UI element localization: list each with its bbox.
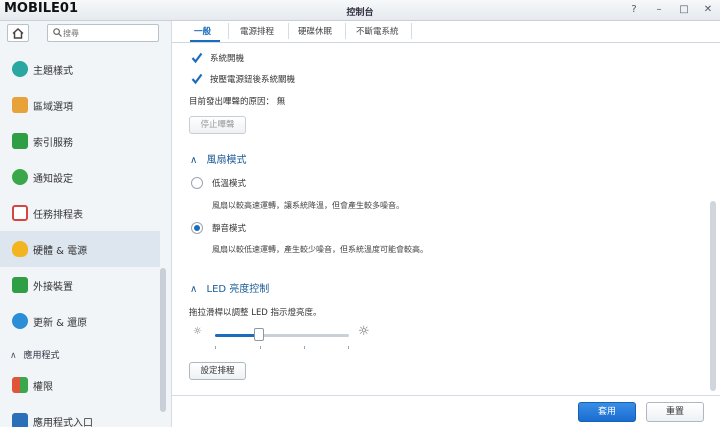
quiet-mode-description: 風扇以較低速運轉，產生較少噪音，但系統溫度可能會較高。 xyxy=(212,245,428,254)
app-portal-icon xyxy=(12,413,28,427)
window-titlebar: MOBILE01 控制台 ? – □ ✕ xyxy=(0,0,720,21)
beep-reason-text: 目前發出嗶聲的原因： 無 xyxy=(189,97,286,107)
chevron-up-icon: ∧ xyxy=(10,351,17,361)
checkbox-label: 系統開機 xyxy=(210,54,245,64)
fan-mode-header[interactable]: ∧ 風扇模式 xyxy=(190,151,247,166)
led-brightness-slider[interactable] xyxy=(215,334,349,337)
calendar-clock-icon xyxy=(12,97,28,113)
sidebar-item-regional[interactable]: 區域選項 xyxy=(0,87,160,123)
checkbox-system-boot[interactable] xyxy=(191,52,203,64)
sidebar-item-task-scheduler[interactable]: 任務排程表 xyxy=(0,195,160,231)
active-tab-indicator xyxy=(190,40,220,42)
sidebar-item-label: 任務排程表 xyxy=(33,209,83,221)
apply-button[interactable]: 套用 xyxy=(578,402,636,422)
sidebar-item-label: 主題樣式 xyxy=(33,65,73,77)
tab-divider xyxy=(288,23,289,39)
sidebar-item-label: 硬體 & 電源 xyxy=(33,245,88,257)
chevron-up-icon: ∧ xyxy=(190,284,198,295)
sidebar-item-notification[interactable]: 通知設定 xyxy=(0,159,160,195)
home-icon xyxy=(12,27,24,39)
cool-mode-description: 風扇以較高速運轉，讓系統降溫，但會產生較多噪音。 xyxy=(212,201,404,210)
section-label: 應用程式 xyxy=(23,351,60,361)
led-description: 拖拉滑桿以調整 LED 指示燈亮度。 xyxy=(189,308,322,318)
checkbox-power-button-shutdown[interactable] xyxy=(191,73,203,85)
search-icon xyxy=(53,28,62,37)
chat-bubble-icon xyxy=(12,169,28,185)
help-button[interactable]: ? xyxy=(627,3,641,17)
radio-label: 靜音模式 xyxy=(212,224,247,234)
upload-arrow-icon xyxy=(12,277,28,293)
checkbox-label: 按壓電源鈕後系統關機 xyxy=(210,75,296,85)
section-title: 風扇模式 xyxy=(206,155,247,166)
sidebar-item-indexing[interactable]: 索引服務 xyxy=(0,123,160,159)
slider-tick xyxy=(215,346,216,349)
sidebar-item-label: 應用程式入口 xyxy=(33,417,93,427)
refresh-icon xyxy=(12,313,28,329)
lightbulb-icon xyxy=(12,241,28,257)
sidebar-item-label: 權限 xyxy=(33,381,53,393)
home-button[interactable] xyxy=(7,24,29,42)
tab-general[interactable]: 一般 xyxy=(194,25,211,37)
tab-divider xyxy=(411,23,412,39)
chevron-up-icon: ∧ xyxy=(190,155,198,166)
main-scrollbar[interactable] xyxy=(710,201,716,391)
sidebar-scrollbar[interactable] xyxy=(160,268,166,412)
search-input[interactable] xyxy=(63,26,157,40)
slider-thumb[interactable] xyxy=(254,328,265,341)
slider-fill xyxy=(215,334,260,337)
minimize-button[interactable]: – xyxy=(652,3,666,17)
tab-bar: 一般 電源排程 硬碟休眠 不斷電系統 xyxy=(172,21,720,43)
close-button[interactable]: ✕ xyxy=(701,3,715,17)
sidebar: 主題樣式 區域選項 索引服務 通知設定 任務排程表 硬體 & 電源 外接裝置 更… xyxy=(0,21,172,427)
tab-divider xyxy=(345,23,346,39)
led-brightness-header[interactable]: ∧ LED 亮度控制 xyxy=(190,280,269,295)
index-search-icon xyxy=(12,133,28,149)
sidebar-item-label: 區域選項 xyxy=(33,101,73,113)
brightness-high-icon: ☼ xyxy=(358,324,370,339)
section-title: LED 亮度控制 xyxy=(206,284,270,295)
sidebar-item-privileges[interactable]: 權限 xyxy=(0,367,160,403)
tab-hdd-hibernation[interactable]: 硬碟休眠 xyxy=(298,25,332,37)
slider-tick xyxy=(348,346,349,349)
search-field[interactable] xyxy=(47,24,159,42)
grid-permission-icon xyxy=(12,377,28,393)
tab-power-schedule[interactable]: 電源排程 xyxy=(240,25,274,37)
sidebar-item-label: 通知設定 xyxy=(33,173,73,185)
sidebar-item-app-portal[interactable]: 應用程式入口 xyxy=(0,403,160,427)
set-schedule-button[interactable]: 設定排程 xyxy=(189,362,246,380)
main-panel: 系統開機 按壓電源鈕後系統關機 目前發出嗶聲的原因： 無 停止嗶聲 ∧ 風扇模式… xyxy=(172,44,720,394)
reset-button[interactable]: 重置 xyxy=(646,402,704,422)
sidebar-item-label: 外接裝置 xyxy=(33,281,73,293)
stop-beep-button[interactable]: 停止嗶聲 xyxy=(189,116,246,134)
sidebar-item-external-devices[interactable]: 外接裝置 xyxy=(0,267,160,303)
radio-cool-mode[interactable] xyxy=(191,177,203,189)
sidebar-item-update-restore[interactable]: 更新 & 還原 xyxy=(0,303,160,339)
sidebar-item-hardware-power[interactable]: 硬體 & 電源 xyxy=(0,231,160,267)
brightness-low-icon: ☼ xyxy=(193,326,202,337)
sidebar-item-label: 更新 & 還原 xyxy=(33,317,88,329)
maximize-button[interactable]: □ xyxy=(677,3,691,17)
slider-tick xyxy=(304,346,305,349)
tab-ups[interactable]: 不斷電系統 xyxy=(356,25,399,37)
task-calendar-icon xyxy=(12,205,28,221)
window-title: 控制台 xyxy=(346,8,374,18)
tab-divider xyxy=(228,23,229,39)
palette-icon xyxy=(12,61,28,77)
slider-tick xyxy=(260,346,261,349)
radio-label: 低溫模式 xyxy=(212,179,247,189)
sidebar-section-applications[interactable]: ∧ 應用程式 xyxy=(10,348,59,361)
sidebar-item-label: 索引服務 xyxy=(33,137,73,149)
sidebar-item-theme[interactable]: 主題樣式 xyxy=(0,51,160,87)
footer-bar: 套用 重置 xyxy=(172,395,720,427)
radio-quiet-mode[interactable] xyxy=(191,222,203,234)
